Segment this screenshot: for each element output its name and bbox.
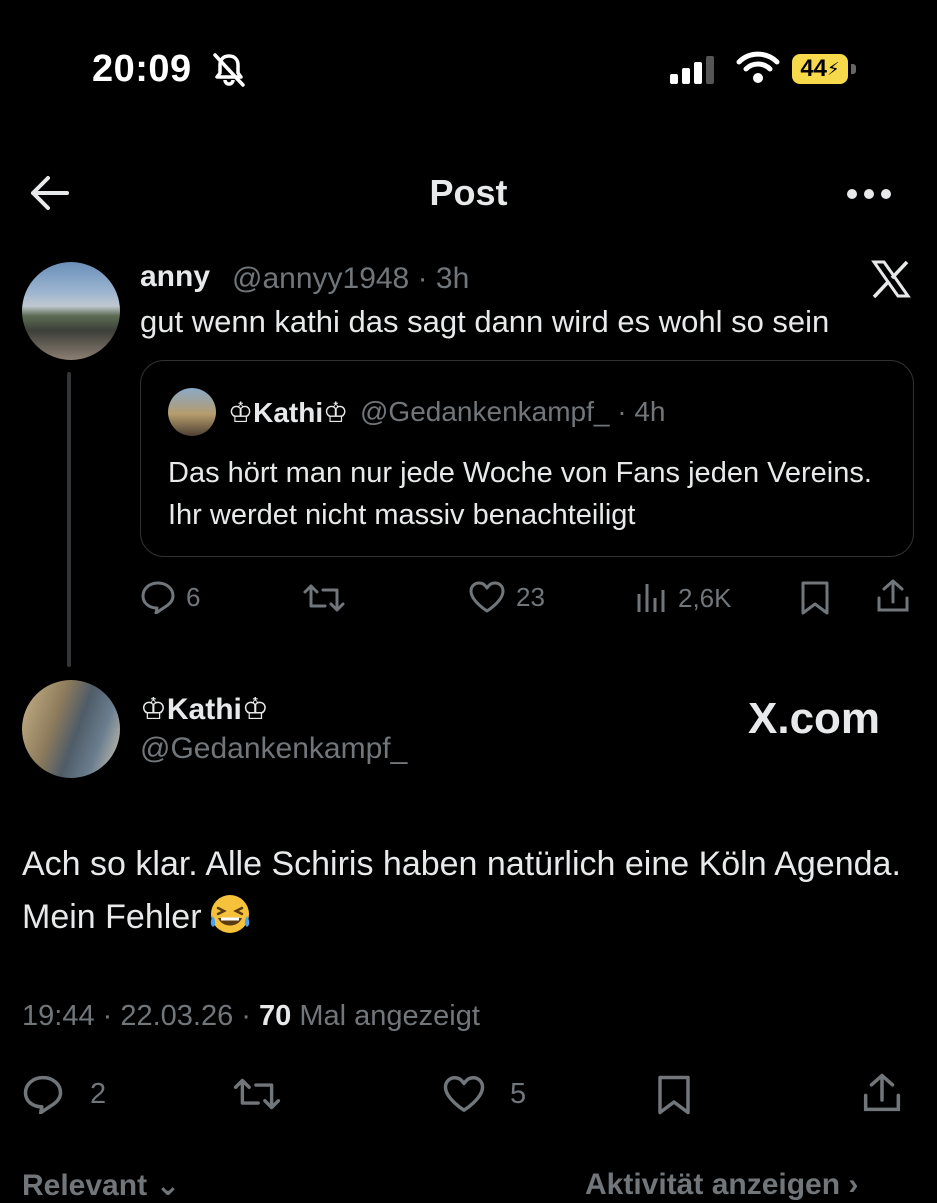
quoted-author-handle-time: @Gedankenkampf_ · 4h xyxy=(360,396,666,427)
views-label: Mal angezeigt xyxy=(291,1000,480,1032)
status-time: 20:09 xyxy=(92,48,192,90)
signal-icon xyxy=(670,56,718,84)
share-button[interactable] xyxy=(876,578,910,614)
share-button[interactable] xyxy=(862,1072,902,1114)
like-button[interactable]: 23 xyxy=(468,580,545,614)
bookmark-icon xyxy=(800,580,830,616)
like-count: 5 xyxy=(510,1077,527,1110)
reply-icon xyxy=(140,580,176,614)
tweet-text: Ach so klar. Alle Schiris haben natürlic… xyxy=(22,838,902,944)
like-button[interactable]: 5 xyxy=(442,1074,526,1114)
tweet-text-content: Ach so klar. Alle Schiris haben natürlic… xyxy=(22,845,901,936)
sort-replies-dropdown[interactable]: Relevant ⌄ xyxy=(22,1168,181,1203)
x-logo-icon xyxy=(870,258,912,300)
laughing-emoji-icon xyxy=(208,892,252,936)
avatar xyxy=(168,388,216,436)
bookmark-icon xyxy=(656,1074,692,1116)
views-count: 70 xyxy=(259,1000,292,1032)
reply-icon xyxy=(22,1074,64,1114)
retweet-icon xyxy=(302,582,346,614)
reply-count: 2 xyxy=(90,1077,107,1110)
views-count: 2,6K xyxy=(678,582,732,613)
author-handle-time: @annyy1948 · 3h xyxy=(232,262,470,295)
page-title: Post xyxy=(429,172,508,213)
xcom-watermark: X.com xyxy=(748,694,881,743)
battery-icon: 44 ⚡ xyxy=(792,54,848,84)
tweet-time-date: 19:44 · 22.03.26 · xyxy=(22,1000,259,1032)
more-icon[interactable] xyxy=(846,188,892,200)
view-activity-link[interactable]: Aktivität anzeigen › xyxy=(585,1168,858,1202)
tweet-text: gut wenn kathi das sagt dann wird es woh… xyxy=(140,304,830,339)
bookmark-button[interactable] xyxy=(800,580,830,616)
bell-slash-icon xyxy=(210,52,248,88)
reply-count: 6 xyxy=(186,581,201,612)
reply-button[interactable]: 6 xyxy=(140,580,200,614)
retweet-button[interactable] xyxy=(302,582,346,614)
avatar[interactable] xyxy=(22,680,120,778)
author-name[interactable]: anny xyxy=(140,260,210,294)
avatar[interactable] xyxy=(22,262,120,360)
thread-line xyxy=(67,372,71,667)
share-icon xyxy=(876,578,910,614)
author-handle[interactable]: @Gedankenkampf_ xyxy=(140,732,407,766)
bookmark-button[interactable] xyxy=(656,1074,692,1116)
views-icon xyxy=(636,582,668,614)
reply-button[interactable]: 2 xyxy=(22,1074,106,1114)
retweet-icon xyxy=(232,1076,282,1112)
battery-nub xyxy=(851,64,856,74)
quoted-tweet-text: Das hört man nur jede Woche von Fans jed… xyxy=(168,457,872,531)
share-icon xyxy=(862,1072,902,1114)
like-icon xyxy=(468,580,506,614)
quoted-author-name: ♔Kathi♔ xyxy=(228,397,349,428)
charging-bolt-icon: ⚡ xyxy=(827,58,840,79)
battery-level: 44 xyxy=(800,55,828,82)
author-name[interactable]: ♔Kathi♔ xyxy=(140,692,269,727)
views-button[interactable]: 2,6K xyxy=(636,582,732,614)
retweet-button[interactable] xyxy=(232,1076,282,1112)
like-icon xyxy=(442,1074,486,1114)
tweet-meta: 19:44 · 22.03.26 · 70 Mal angezeigt xyxy=(22,1000,480,1033)
wifi-icon xyxy=(735,50,781,84)
like-count: 23 xyxy=(516,581,545,612)
